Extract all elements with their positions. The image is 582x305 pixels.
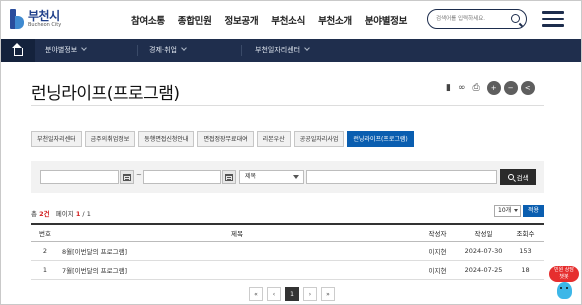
chevron-down-icon: [304, 45, 310, 51]
logo-subtext: Bucheon City: [28, 22, 62, 28]
page-title: 런닝라이프(프로그램): [31, 84, 180, 104]
col-header-author: 작성자: [415, 223, 460, 242]
tab-suit-rental[interactable]: 면접정장무료대여: [197, 131, 254, 147]
chevron-down-icon: [514, 209, 518, 212]
col-header-title: 제목: [59, 223, 415, 242]
board-table: 번호 제목 작성자 작성일 조회수 2 8월[이번달의 프로그램] 이지현 20…: [31, 223, 544, 280]
first-page-button[interactable]: «: [249, 287, 263, 301]
tab-interview-escort[interactable]: 동행면접신청안내: [138, 131, 195, 147]
site-logo[interactable]: 부천시 Bucheon City: [10, 9, 61, 29]
date-range-separator: ~: [136, 171, 142, 179]
chatbot-mascot-icon: [557, 282, 572, 299]
col-header-no: 번호: [31, 223, 59, 242]
list-summary: 총 2건 페이지 1 / 1: [31, 210, 91, 218]
site-header: 부천시 Bucheon City 참여소통 종합민원 정보공개 부천소식 부천소…: [1, 1, 581, 39]
date-to-input[interactable]: [143, 170, 221, 184]
nav-item-participation[interactable]: 참여소통: [131, 13, 165, 27]
search-button[interactable]: 검색: [500, 169, 536, 185]
date-from-input[interactable]: [40, 170, 119, 184]
table-row[interactable]: 1 7월[이번달의 프로그램] 이지현 2024-07-25 18: [31, 260, 544, 280]
chevron-down-icon: [181, 45, 187, 51]
site-search-input[interactable]: [436, 13, 506, 25]
table-row[interactable]: 2 8월[이번달의 프로그램] 이지현 2024-07-30 153: [31, 241, 544, 261]
total-count: 2건: [39, 210, 50, 218]
page-tools: ▮ ∞ ⎙ + − <: [446, 81, 538, 95]
nav-item-info-disclosure[interactable]: 정보공개: [225, 13, 259, 27]
calendar-icon[interactable]: [222, 170, 236, 184]
site-search: [427, 9, 527, 29]
logo-text: 부천시: [28, 9, 60, 23]
zoom-out-icon[interactable]: −: [503, 81, 518, 95]
breadcrumb-item-field-info[interactable]: 분야별정보: [45, 39, 88, 62]
hamburger-menu-icon[interactable]: [542, 11, 564, 27]
keyword-input[interactable]: [306, 170, 497, 184]
share-icon[interactable]: <: [520, 81, 535, 95]
chatbot-bubble: 민원 상담 챗봇: [549, 266, 579, 282]
tab-public-jobs[interactable]: 공공일자리사업: [293, 131, 345, 147]
per-page-select[interactable]: 10개: [494, 205, 521, 217]
print-icon[interactable]: ⎙: [472, 83, 479, 93]
nav-item-civil-service[interactable]: 종합민원: [178, 13, 212, 27]
post-title-link[interactable]: 8월[이번달의 프로그램]: [59, 241, 415, 261]
page-button-current[interactable]: 1: [285, 287, 299, 301]
tab-job-center[interactable]: 부천일자리센터: [31, 131, 82, 147]
breadcrumb: 분야별정보 경제·취업 부천일자리센터: [1, 39, 581, 62]
nav-item-about[interactable]: 부천소개: [318, 13, 352, 27]
apply-button[interactable]: 적용: [523, 205, 544, 217]
search-field-select[interactable]: 제목: [239, 170, 304, 184]
logo-mark-icon: [10, 9, 24, 29]
breadcrumb-item-job-center[interactable]: 부천일자리센터: [255, 39, 310, 62]
table-header-row: 번호 제목 작성자 작성일 조회수: [31, 223, 544, 242]
tab-weekly-jobs[interactable]: 금주의취업정보: [84, 131, 136, 147]
col-header-views: 조회수: [507, 223, 544, 242]
nav-item-news[interactable]: 부천소식: [271, 13, 305, 27]
chevron-down-icon: [293, 175, 299, 179]
next-page-button[interactable]: ›: [303, 287, 317, 301]
breadcrumb-item-economy[interactable]: 경제·취업: [149, 39, 187, 62]
pagination: « ‹ 1 › »: [249, 287, 339, 301]
tab-ribbon-umbrella[interactable]: 리본우산: [256, 131, 291, 147]
search-icon: [507, 174, 514, 180]
zoom-in-icon[interactable]: +: [486, 81, 501, 95]
total-pages: 1: [86, 210, 91, 218]
home-icon[interactable]: [1, 39, 35, 62]
title-divider: [31, 105, 544, 106]
calendar-icon[interactable]: [120, 170, 134, 184]
sub-tabs: 부천일자리센터 금주의취업정보 동행면접신청안내 면접정장무료대여 리본우산 공…: [31, 131, 417, 147]
main-nav: 참여소통 종합민원 정보공개 부천소식 부천소개 분야별정보: [131, 13, 420, 27]
post-title-link[interactable]: 7월[이번달의 프로그램]: [59, 260, 415, 280]
link-icon[interactable]: ∞: [458, 83, 466, 93]
nav-item-field-info[interactable]: 분야별정보: [365, 13, 408, 27]
tab-running-life[interactable]: 런닝라이프(프로그램): [347, 131, 414, 147]
search-icon[interactable]: [511, 14, 520, 23]
chevron-down-icon: [81, 45, 88, 51]
last-page-button[interactable]: »: [321, 287, 335, 301]
chatbot-button[interactable]: 민원 상담 챗봇: [549, 266, 579, 302]
col-header-date: 작성일: [460, 223, 507, 242]
search-filter: ~ 제목 검색: [31, 161, 544, 193]
prev-page-button[interactable]: ‹: [267, 287, 281, 301]
current-page: 1: [75, 210, 81, 218]
bookmark-icon[interactable]: ▮: [446, 83, 451, 93]
page-frame: 부천시 Bucheon City 참여소통 종합민원 정보공개 부천소식 부천소…: [0, 0, 582, 305]
